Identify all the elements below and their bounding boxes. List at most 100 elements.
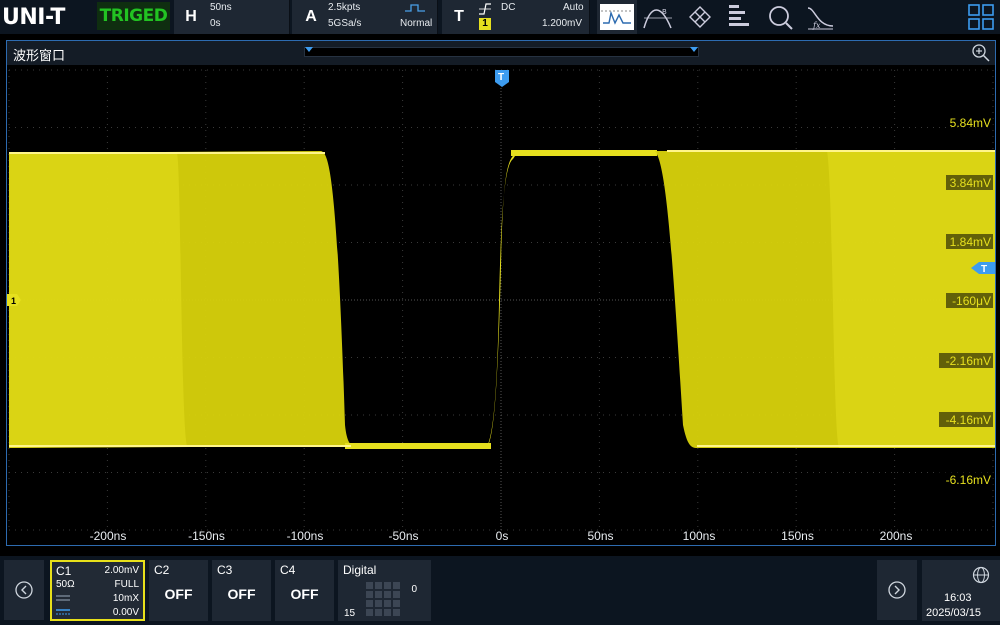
channel2-state: OFF [164, 586, 193, 602]
x-tick-label: -50ns [388, 529, 418, 543]
timebase-value: 50ns [210, 2, 232, 13]
y-tick-label: -160μV [952, 294, 991, 308]
search-tool[interactable] [761, 0, 799, 34]
channel1-scale: 2.00mV [104, 565, 139, 576]
channel1-box[interactable]: C1 2.00mV 50Ω FULL 10mX 0.00V [50, 560, 145, 621]
acquisition-label: A [305, 8, 317, 25]
channel1-marker-text: 1 [11, 296, 16, 306]
cursor-icon [600, 4, 634, 30]
channel1-label: C1 [56, 564, 72, 578]
chevron-right-icon [888, 581, 906, 599]
search-icon [769, 6, 793, 30]
trigger-settings[interactable]: T DC Auto 1 1.200mV [442, 0, 590, 34]
trigger-sweep: Auto [563, 2, 584, 13]
scroll-left-button[interactable] [4, 560, 44, 620]
digital-label: Digital [343, 563, 377, 577]
zoom-icon[interactable] [971, 43, 991, 63]
digital-box[interactable]: Digital 0 15 [338, 560, 431, 621]
channel1-impedance: 50Ω [56, 579, 75, 590]
math-icon: B [643, 8, 672, 29]
y-tick-label: -2.16mV [946, 354, 991, 368]
chevron-left-icon [15, 581, 33, 599]
bottom-channel-bar: C1 2.00mV 50Ω FULL 10mX 0.00V C2 OFF C3 … [0, 556, 1000, 625]
y-tick-label: -6.16mV [946, 473, 991, 487]
clock-time: 16:03 [944, 592, 972, 604]
scroll-right-button[interactable] [877, 560, 917, 620]
x-tick-label: 50ns [587, 529, 613, 543]
digital-grid-icon [366, 582, 400, 616]
horizontal-settings[interactable]: H 50ns 0s [174, 0, 290, 34]
x-tick-label: -200ns [90, 529, 127, 543]
channel2-label: C2 [154, 563, 170, 577]
x-tick-label: 100ns [683, 529, 716, 543]
channel1-offset: 0.00V [112, 607, 139, 618]
x-tick-label: 200ns [880, 529, 913, 543]
horizontal-position: 0s [210, 18, 221, 29]
channel3-box[interactable]: C3 OFF [212, 560, 271, 621]
horizontal-label: H [185, 8, 197, 25]
brand-logo: UNI-T [0, 0, 96, 34]
math-tool[interactable]: B [639, 0, 677, 34]
cursor-tool[interactable] [597, 0, 637, 34]
trigger-source-badge: 1 [479, 18, 491, 30]
wave-window[interactable]: 波形窗口 5.84mV 3.84mV 1.84mV -160μV -2.16mV… [6, 40, 996, 546]
y-tick-label: -4.16mV [946, 413, 991, 427]
trigger-label: T [454, 8, 464, 25]
x-tick-label: -100ns [287, 529, 324, 543]
channel4-state: OFF [290, 586, 319, 602]
timebar-left-marker [305, 47, 313, 52]
menu-grid-button[interactable] [962, 0, 1000, 34]
top-toolbar: UNI-T TRIGED H 50ns 0s A 2.5kpts 5GSa/s … [0, 0, 1000, 34]
x-axis-labels: -200ns -150ns -100ns -50ns 0s 50ns 100ns 150ns 2… [90, 529, 913, 543]
clock-date: 2025/03/15 [926, 607, 982, 619]
svg-text:B: B [662, 8, 667, 16]
coupling-icon [56, 595, 70, 601]
mask-icon [689, 6, 711, 28]
app-grid-icon [968, 4, 994, 30]
acquisition-mode: Normal [400, 18, 433, 29]
fft-icon: fx [807, 7, 834, 30]
channel3-label: C3 [217, 563, 233, 577]
trigger-coupling: DC [501, 2, 516, 13]
channel4-label: C4 [280, 563, 296, 577]
trigger-status-text: TRIGED [99, 6, 168, 26]
x-tick-label: 0s [496, 529, 509, 543]
channel1-waveform [9, 150, 995, 449]
trigger-level: 1.200mV [542, 18, 583, 29]
waveform-plot[interactable]: 5.84mV 3.84mV 1.84mV -160μV -2.16mV -4.16mV -6… [7, 65, 995, 545]
timebar-right-marker [690, 47, 698, 52]
memory-depth: 2.5kpts [328, 2, 361, 13]
mask-tool[interactable] [681, 0, 719, 34]
trigger-level-text: T [981, 264, 987, 275]
pulse-icon [405, 4, 425, 12]
x-tick-label: -150ns [188, 529, 225, 543]
channel3-state: OFF [227, 586, 256, 602]
trigger-position-marker[interactable]: T [495, 70, 509, 87]
memory-timebar[interactable] [304, 47, 699, 57]
svg-text:fx: fx [812, 21, 821, 30]
dc-coupling-icon [56, 609, 70, 615]
channel4-box[interactable]: C4 OFF [275, 560, 334, 621]
y-tick-label: 3.84mV [950, 176, 991, 190]
acquisition-settings[interactable]: A 2.5kpts 5GSa/s Normal [292, 0, 438, 34]
trigger-position-text: T [498, 72, 504, 83]
brand-text: UNI-T [2, 4, 65, 30]
measure-icon [729, 5, 749, 26]
channel1-bandwidth: FULL [114, 579, 139, 590]
channel1-probe: 10mX [112, 593, 139, 604]
clock-panel[interactable]: 16:03 2025/03/15 [922, 560, 1000, 621]
y-tick-label: 1.84mV [950, 235, 991, 249]
digital-high-index: 0 [411, 584, 417, 595]
fft-tool[interactable]: fx [801, 0, 839, 34]
x-tick-label: 150ns [781, 529, 814, 543]
trigger-status-badge: TRIGED [97, 2, 170, 30]
wave-window-header: 波形窗口 [7, 41, 995, 65]
rising-edge-icon [479, 3, 491, 15]
channel2-box[interactable]: C2 OFF [149, 560, 208, 621]
y-tick-label: 5.84mV [950, 116, 991, 130]
digital-low-index: 15 [344, 608, 356, 619]
sample-rate: 5GSa/s [328, 18, 362, 29]
measure-tool[interactable] [721, 0, 759, 34]
globe-icon [972, 566, 990, 584]
wave-window-title: 波形窗口 [13, 49, 66, 64]
